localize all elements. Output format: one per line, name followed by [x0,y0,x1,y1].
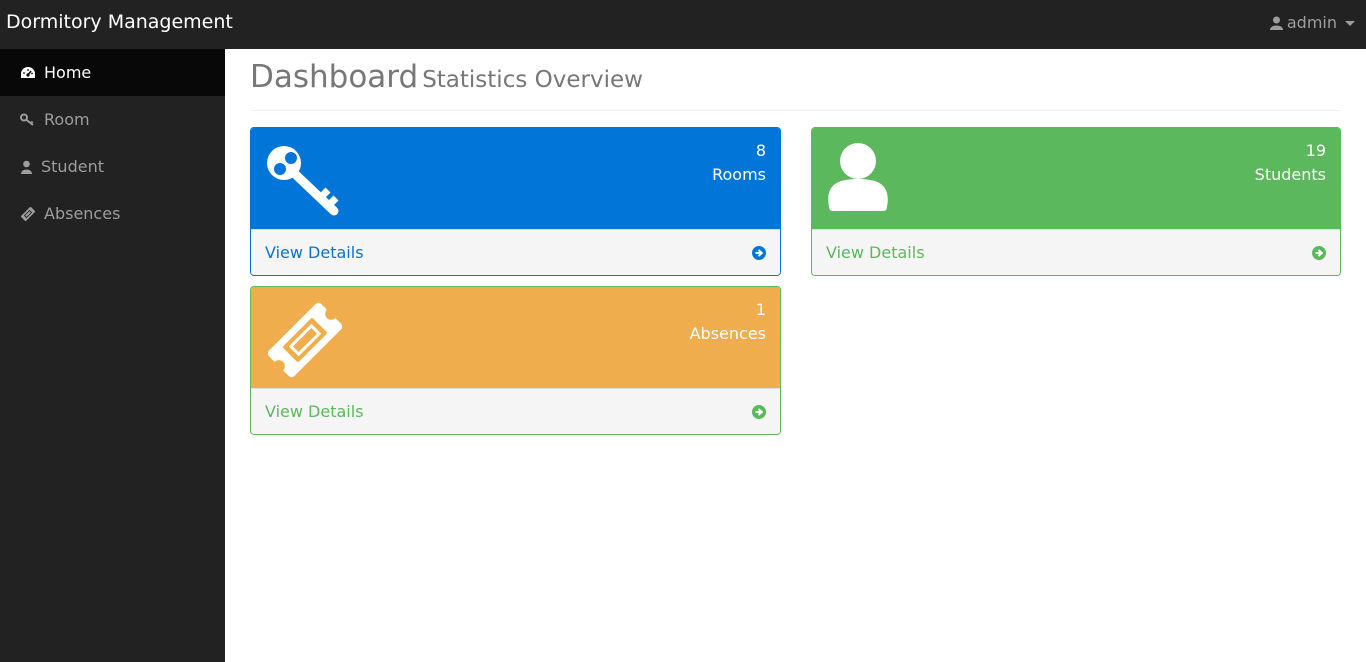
app-brand[interactable]: Dormitory Management [6,11,233,33]
user-icon [1269,16,1283,30]
top-navbar: Dormitory Management admin [0,0,1366,49]
sidebar: Home Room Student Absences [0,49,225,662]
students-label: Students [1254,165,1326,184]
absences-view-details-link[interactable]: View Details [251,388,780,434]
page-subtitle: Statistics Overview [422,67,643,93]
sidebar-item-label: Room [44,110,90,129]
view-details-label: View Details [826,243,925,262]
main-content: Dashboard Statistics Overview 8 Rooms Vie… [225,49,1366,662]
user-name: admin [1286,13,1337,32]
rooms-panel-heading: 8 Rooms [251,128,780,229]
arrow-circle-right-icon [752,404,766,419]
ticket-icon [264,300,346,384]
students-view-details-link[interactable]: View Details [812,229,1340,275]
rooms-count: 8 [755,141,766,160]
rooms-panel: 8 Rooms View Details [250,127,781,276]
user-dropdown[interactable]: admin [1269,13,1355,32]
sidebar-item-student[interactable]: Student [0,143,225,190]
sidebar-item-home[interactable]: Home [0,49,225,96]
view-details-label: View Details [265,402,364,421]
rooms-view-details-link[interactable]: View Details [251,229,780,275]
students-count: 19 [1305,141,1326,160]
arrow-circle-right-icon [1312,245,1326,260]
sidebar-item-label: Home [44,63,92,82]
sidebar-item-label: Student [41,157,104,176]
students-panel: 19 Students View Details [811,127,1341,276]
sidebar-item-room[interactable]: Room [0,96,225,143]
students-panel-heading: 19 Students [812,128,1340,229]
user-icon [20,159,32,175]
key-icon [264,141,344,221]
ticket-icon [20,206,36,222]
sidebar-item-absences[interactable]: Absences [0,190,225,237]
caret-down-icon [1345,21,1355,26]
rooms-label: Rooms [712,165,766,184]
user-icon [825,141,891,217]
absences-label: Absences [689,324,766,343]
arrow-circle-right-icon [752,245,766,260]
dashboard-icon [20,65,36,81]
absences-count: 1 [755,300,766,319]
absences-panel-heading: 1 Absences [251,287,780,388]
view-details-label: View Details [265,243,364,262]
key-icon [20,112,36,128]
absences-panel: 1 Absences View Details [250,286,781,435]
sidebar-item-label: Absences [44,204,121,223]
page-title: Dashboard [250,59,419,95]
page-header: Dashboard Statistics Overview [250,59,1340,111]
